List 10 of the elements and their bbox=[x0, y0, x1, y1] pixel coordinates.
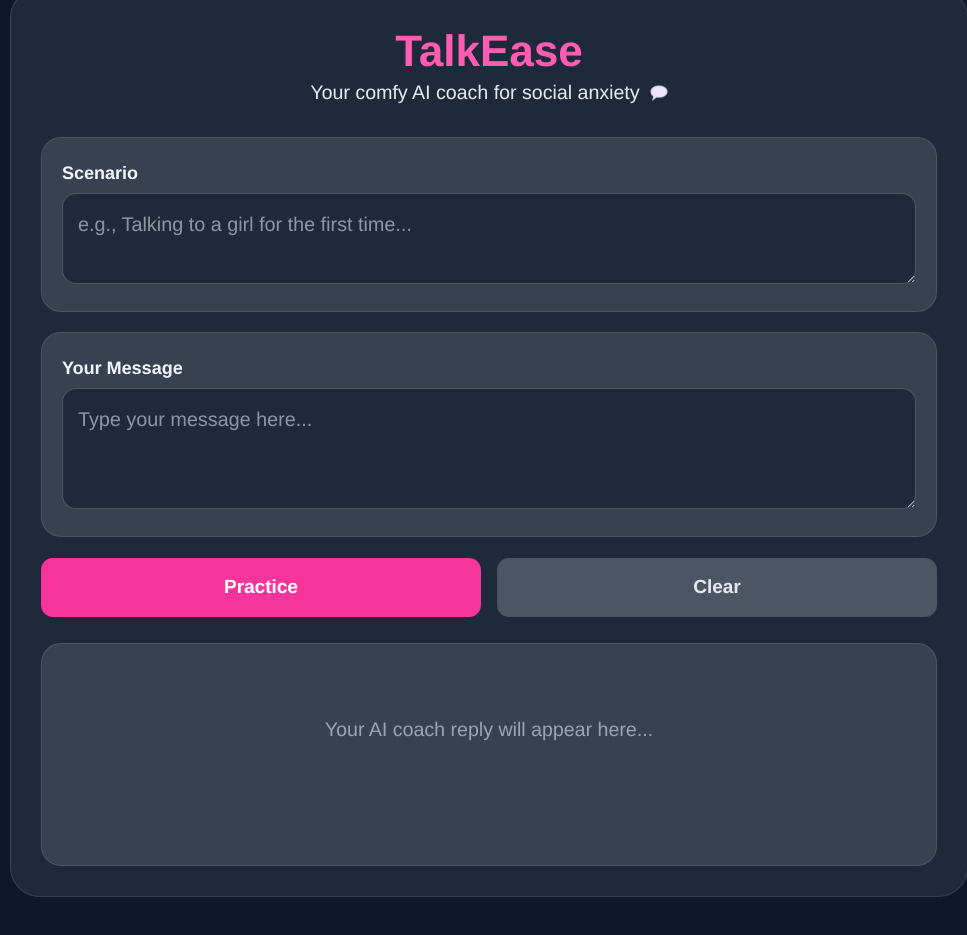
clear-button[interactable]: Clear bbox=[497, 558, 937, 617]
app-title: TalkEase bbox=[395, 26, 583, 78]
practice-button[interactable]: Practice bbox=[41, 558, 481, 617]
text-area-field[interactable]: Type your message here... bbox=[62, 388, 916, 509]
field-label: Your Message bbox=[62, 357, 183, 379]
field-label: Scenario bbox=[62, 162, 138, 184]
reply-placeholder-text: Your AI coach reply will appear here... bbox=[324, 719, 654, 741]
text-area-field[interactable]: e.g., Talking to a girl for the first time... bbox=[62, 193, 916, 284]
app-subtitle: Your comfy AI coach for social anxiety bbox=[310, 82, 640, 104]
speech-bubble-icon bbox=[650, 85, 668, 101]
